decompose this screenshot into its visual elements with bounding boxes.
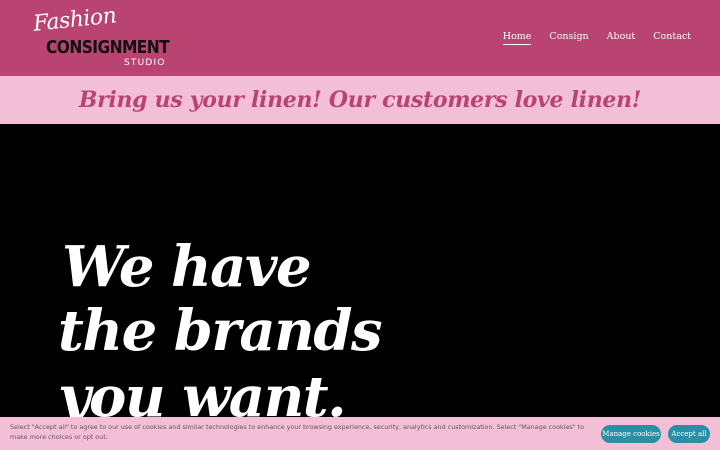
cookie-consent-text: Select "Accept all" to agree to our use … [10,423,585,441]
nav-consign-link[interactable]: Consign [549,31,588,45]
cookie-consent-bar: Select "Accept all" to agree to our use … [0,417,720,450]
accept-all-button[interactable]: Accept all [668,425,710,443]
manage-cookies-button[interactable]: Manage cookies [601,425,661,443]
hero-headline-line-1: We have [62,234,312,300]
nav-home-link[interactable]: Home [502,31,532,45]
logo-script-text: Fashion [32,3,118,37]
nav-about-link[interactable]: About [607,31,636,45]
site-header: Fashion CONSIGNMENT STUDIO Home Consign … [0,0,720,76]
logo-sub-text: STUDIO [124,58,166,68]
banner-text: Bring us your linen! Our customers love … [78,87,642,113]
hero-section: We have the brands you want. [0,124,720,450]
site-logo[interactable]: Fashion CONSIGNMENT STUDIO [32,3,170,70]
logo-main-text: CONSIGNMENT [46,36,170,58]
main-nav: Home Consign About Contact [502,31,691,45]
hero-headline-line-2: the brands [58,298,383,364]
announcement-banner: Bring us your linen! Our customers love … [0,76,720,124]
nav-contact-link[interactable]: Contact [653,31,691,45]
